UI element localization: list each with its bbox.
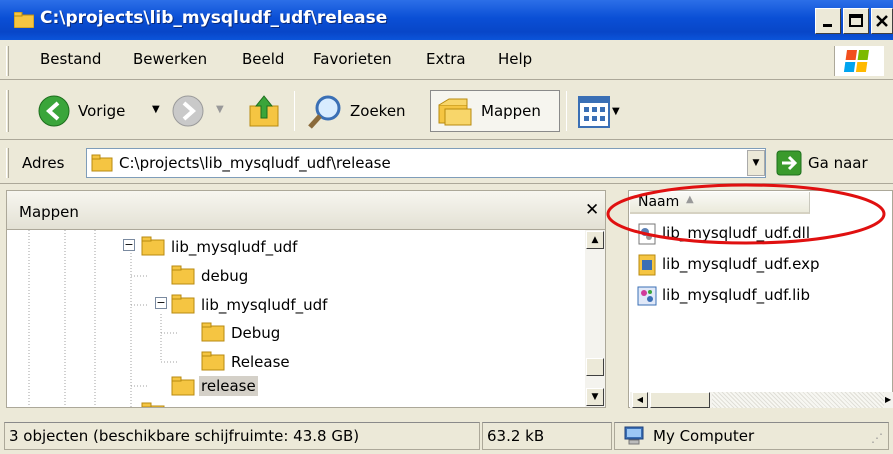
menu-grip[interactable]: [6, 46, 9, 76]
folders-pane-title: Mappen: [19, 203, 79, 221]
annotation-ellipse: [606, 183, 886, 245]
window-title: C:\projects\lib_mysqludf_udf\release: [40, 8, 388, 28]
folders-label: Mappen: [481, 102, 541, 120]
close-icon: [876, 15, 888, 27]
menu-extra[interactable]: Extra: [426, 50, 466, 68]
close-button[interactable]: [871, 8, 893, 34]
views-grid-icon: [578, 96, 610, 128]
back-label: Vorige: [78, 102, 126, 120]
toolbar-separator: [294, 91, 295, 131]
scroll-right-button[interactable]: ▶: [885, 392, 893, 408]
minimize-icon: [823, 24, 832, 27]
maximize-button[interactable]: [843, 8, 869, 34]
folder-icon: [201, 322, 225, 342]
folder-up-icon[interactable]: [246, 92, 282, 130]
tree-item-release-selected[interactable]: release: [199, 376, 258, 396]
file-name: lib_mysqludf_udf.lib: [662, 286, 811, 304]
menu-beeld[interactable]: Beeld: [242, 50, 284, 68]
address-input[interactable]: C:\projects\lib_mysqludf_udf\release: [86, 148, 766, 178]
folder-icon: [141, 236, 165, 256]
folder-icon: [13, 11, 35, 29]
menu-bestand[interactable]: Bestand: [40, 50, 101, 68]
menu-help[interactable]: Help: [498, 50, 532, 68]
address-grip[interactable]: [6, 148, 9, 178]
status-objects: 3 objecten (beschikbare schijfruimte: 43…: [4, 422, 480, 450]
go-label: Ga naar: [808, 154, 868, 172]
folder-icon: [91, 154, 113, 172]
computer-icon: [624, 426, 644, 445]
back-arrow-icon: [38, 95, 70, 127]
go-arrow-icon: [776, 150, 802, 176]
folder-icon: [171, 294, 195, 314]
scroll-left-button[interactable]: ◀: [632, 392, 648, 408]
back-dropdown-icon[interactable]: ▼: [152, 104, 160, 115]
address-value: C:\projects\lib_mysqludf_udf\release: [119, 154, 391, 172]
folder-tree[interactable]: − lib_mysqludf_udf debug − lib_mysqludf_…: [6, 230, 606, 408]
exp-icon: [638, 254, 656, 276]
go-button[interactable]: Ga naar: [776, 149, 888, 177]
search-button[interactable]: Zoeken: [306, 94, 424, 130]
h-scroll-thumb[interactable]: [650, 392, 710, 408]
status-location: My Computer: [653, 427, 755, 445]
resize-grip-icon[interactable]: ⋰: [871, 425, 883, 452]
folder-icon: [141, 402, 165, 407]
tree-lines: [28, 230, 177, 407]
file-row[interactable]: lib_mysqludf_udf.lib: [636, 284, 886, 308]
scroll-up-button[interactable]: ▲: [586, 231, 604, 249]
forward-arrow-icon[interactable]: [172, 95, 204, 127]
minimize-button[interactable]: [815, 8, 841, 34]
scroll-down-button[interactable]: ▼: [586, 388, 604, 406]
folders-button[interactable]: Mappen: [430, 90, 560, 132]
folders-icon: [438, 98, 472, 126]
lib-icon: [637, 286, 657, 306]
views-button[interactable]: ▼: [578, 96, 624, 128]
status-location-cell: My Computer ⋰: [614, 422, 889, 450]
folder-icon: [201, 351, 225, 371]
toolbar-separator: [566, 91, 567, 131]
address-label: Adres: [22, 154, 65, 172]
views-dropdown-icon: ▼: [612, 106, 620, 117]
menu-favorieten[interactable]: Favorieten: [313, 50, 392, 68]
folder-tree-scrollbar[interactable]: ▲ ▼: [585, 230, 605, 407]
collapse-toggle[interactable]: −: [155, 297, 167, 309]
maximize-icon: [849, 14, 863, 27]
tree-item-Release[interactable]: Release: [231, 353, 290, 371]
folders-pane-close-icon[interactable]: ✕: [585, 200, 599, 220]
menu-bewerken[interactable]: Bewerken: [133, 50, 207, 68]
tree-item-lib_mysqludf_udf-sub[interactable]: lib_mysqludf_udf: [201, 296, 327, 314]
tree-item-Debug[interactable]: Debug: [231, 324, 280, 342]
address-dropdown-button[interactable]: ▼: [747, 150, 765, 176]
file-name: lib_mysqludf_udf.exp: [662, 255, 820, 273]
file-list-h-scrollbar[interactable]: ◀ ▶: [630, 392, 893, 408]
status-size: 63.2 kB: [482, 422, 612, 450]
h-scroll-track[interactable]: [712, 392, 884, 408]
search-icon: [308, 95, 341, 129]
back-button[interactable]: Vorige ▼: [38, 95, 168, 129]
folders-pane-header: Mappen ✕: [6, 190, 606, 230]
toolbar-grip[interactable]: [6, 90, 9, 132]
tree-item-lib_mysqludf_udf[interactable]: lib_mysqludf_udf: [171, 238, 297, 256]
search-label: Zoeken: [350, 102, 406, 120]
folder-icon: [171, 376, 195, 396]
forward-dropdown-icon[interactable]: ▼: [216, 104, 224, 115]
tree-item-debug[interactable]: debug: [201, 267, 248, 285]
file-row[interactable]: lib_mysqludf_udf.exp: [636, 253, 886, 277]
scroll-thumb[interactable]: [586, 358, 604, 376]
windows-logo-icon: [834, 46, 884, 76]
collapse-toggle[interactable]: −: [123, 239, 135, 251]
folder-icon: [171, 265, 195, 285]
